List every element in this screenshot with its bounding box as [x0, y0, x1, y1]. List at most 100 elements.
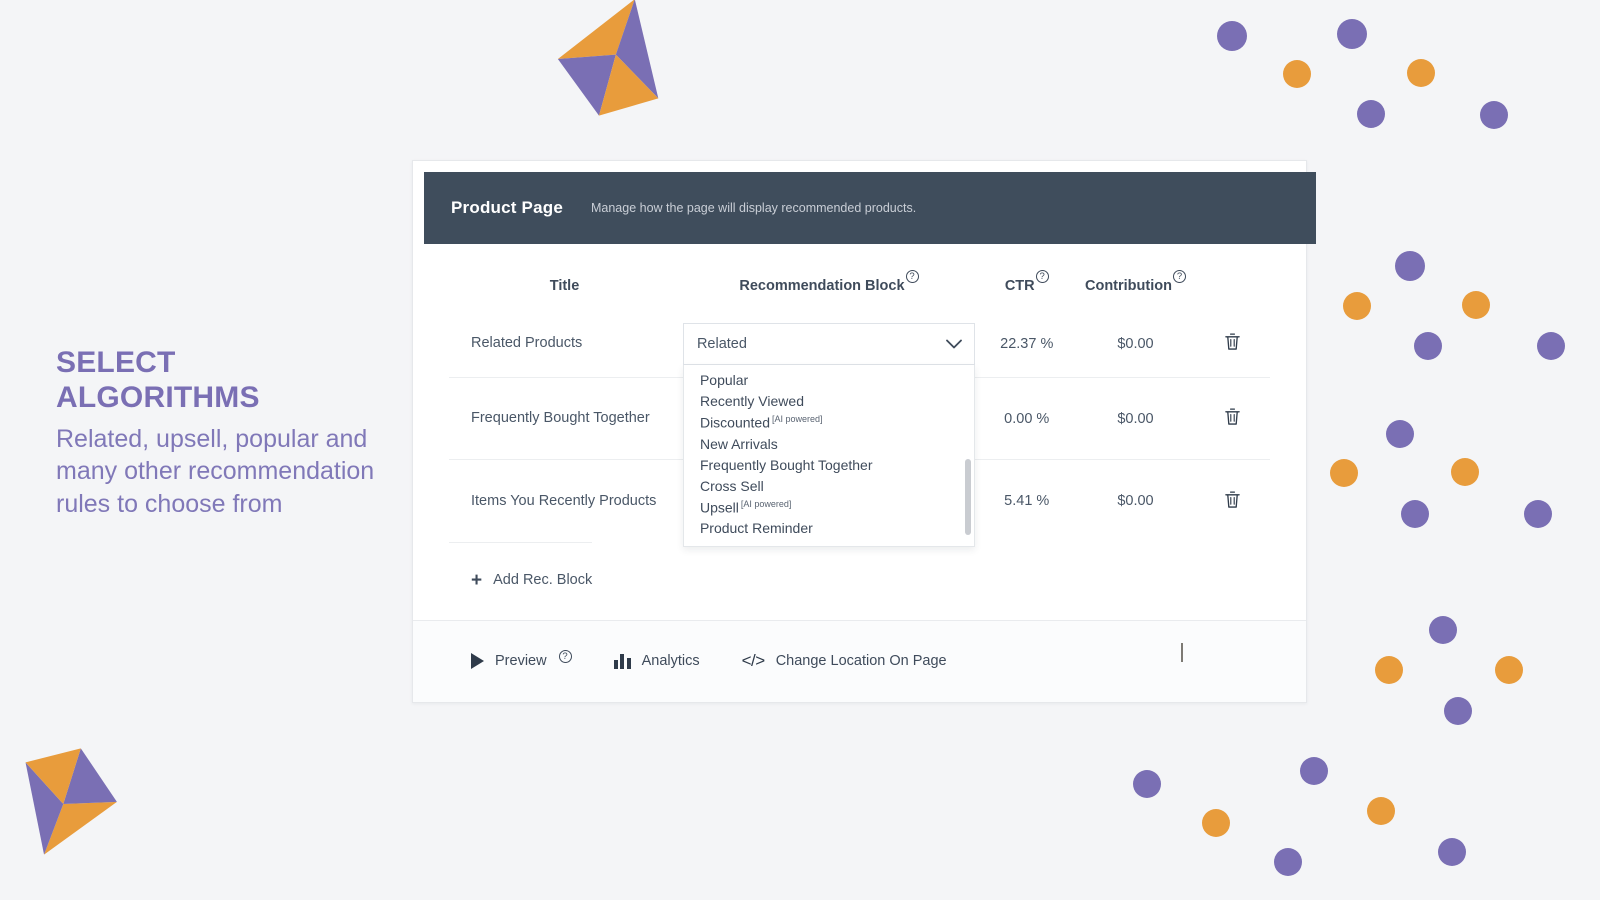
dropdown-option[interactable]: Upsell[AI powered] [684, 496, 974, 518]
promo-block: SELECT ALGORITHMS Related, upsell, popul… [56, 345, 426, 520]
promo-title: SELECT ALGORITHMS [56, 345, 426, 416]
dropdown-option-label: Frequently Bought Together [700, 457, 873, 473]
column-header-recommendation-block-label: Recommendation Block [739, 278, 904, 294]
analytics-button[interactable]: Analytics [614, 653, 700, 669]
dropdown-option[interactable]: Product Reminder [684, 518, 974, 539]
decorative-dot [1407, 59, 1435, 87]
preview-label: Preview [495, 653, 547, 669]
dropdown-option-label: Popular [700, 372, 748, 388]
recommendation-block-select-value: Related [697, 336, 747, 352]
chevron-down-icon [946, 339, 962, 349]
column-header-ctr: CTR? [978, 245, 1076, 310]
play-icon [471, 653, 484, 669]
decorative-dot [1524, 500, 1552, 528]
recommendation-blocks-table: Title Recommendation Block? CTR? Contrib… [449, 245, 1270, 542]
decorative-dot [1444, 697, 1472, 725]
recommendation-block-select-wrap: Related PopularRecently ViewedDiscounted… [683, 323, 975, 365]
decorative-dot [1283, 60, 1311, 88]
row-title: Related Products [449, 310, 680, 378]
recommendation-block-dropdown[interactable]: PopularRecently ViewedDiscounted[AI powe… [683, 365, 975, 547]
help-icon-recommendation-block[interactable]: ? [906, 270, 919, 283]
preview-button[interactable]: Preview ? [471, 653, 572, 669]
card-footer: Preview ? Analytics </> Change Location … [413, 620, 1306, 702]
dropdown-option[interactable]: Recently Viewed [684, 391, 974, 412]
row-delete-cell [1195, 460, 1270, 542]
promo-title-line2: ALGORITHMS [56, 381, 260, 414]
dropdown-option-list: PopularRecently ViewedDiscounted[AI powe… [684, 365, 974, 539]
decorative-dot [1386, 420, 1414, 448]
dropdown-option-label: Upsell [700, 499, 739, 515]
decorative-dot [1429, 616, 1457, 644]
decorative-dot [1300, 757, 1328, 785]
decorative-dot [1367, 797, 1395, 825]
trash-icon[interactable] [1224, 490, 1241, 509]
column-header-title: Title [449, 245, 680, 310]
decorative-dot [1217, 21, 1247, 51]
card-header: Product Page Manage how the page will di… [424, 172, 1316, 244]
dropdown-option[interactable]: Frequently Bought Together [684, 454, 974, 475]
column-header-title-label: Title [550, 278, 580, 294]
dropdown-scrollbar-thumb[interactable] [965, 459, 971, 535]
recommendation-block-select[interactable]: Related [683, 323, 975, 365]
decorative-dot [1451, 458, 1479, 486]
trash-icon[interactable] [1224, 407, 1241, 426]
card-header-title: Product Page [451, 198, 563, 218]
decorative-dot [1414, 332, 1442, 360]
product-page-card: Product Page Manage how the page will di… [412, 160, 1307, 703]
dropdown-option-label: Product Reminder [700, 520, 813, 536]
trash-icon[interactable] [1224, 332, 1241, 351]
row-delete-cell [1195, 310, 1270, 378]
code-icon: </> [742, 651, 765, 671]
column-header-recommendation-block: Recommendation Block? [680, 245, 978, 310]
column-header-ctr-label: CTR [1005, 278, 1035, 294]
dropdown-option[interactable]: Discounted[AI powered] [684, 412, 974, 434]
column-header-contribution-label: Contribution [1085, 278, 1172, 294]
decorative-dot [1357, 100, 1385, 128]
table-header-row: Title Recommendation Block? CTR? Contrib… [449, 245, 1270, 310]
row-contribution: $0.00 [1076, 378, 1196, 460]
tetrahedron-top [542, 0, 685, 128]
change-location-label: Change Location On Page [776, 653, 947, 669]
decorative-dot [1343, 292, 1371, 320]
table-body: Related Products Related PopularRecently… [449, 310, 1270, 542]
dropdown-option[interactable]: New Arrivals [684, 433, 974, 454]
row-delete-cell [1195, 378, 1270, 460]
row-recommendation-block: Related PopularRecently ViewedDiscounted… [680, 310, 978, 378]
change-location-button[interactable]: </> Change Location On Page [742, 651, 947, 671]
row-title: Items You Recently Products [449, 460, 680, 542]
dropdown-option-label: New Arrivals [700, 436, 778, 452]
decorative-dot [1375, 656, 1403, 684]
help-icon-preview[interactable]: ? [559, 650, 572, 663]
row-title: Frequently Bought Together [449, 378, 680, 460]
help-icon-ctr[interactable]: ? [1036, 270, 1049, 283]
decorative-dot [1337, 19, 1367, 49]
add-rec-block-button[interactable]: + Add Rec. Block [449, 542, 592, 620]
decorative-dot [1495, 656, 1523, 684]
dropdown-option[interactable]: Popular [684, 370, 974, 391]
decorative-dot [1395, 251, 1425, 281]
promo-subtitle: Related, upsell, popular and many other … [56, 423, 426, 521]
decorative-dot [1133, 770, 1161, 798]
table-row: Related Products Related PopularRecently… [449, 310, 1270, 378]
row-ctr: 22.37 % [978, 310, 1076, 378]
row-ctr: 5.41 % [978, 460, 1076, 542]
decorative-dot [1537, 332, 1565, 360]
analytics-label: Analytics [642, 653, 700, 669]
decorative-dot [1401, 500, 1429, 528]
dropdown-option-label: Discounted [700, 415, 770, 431]
text-caret [1181, 643, 1183, 662]
row-contribution: $0.00 [1076, 460, 1196, 542]
card-body: Title Recommendation Block? CTR? Contrib… [413, 245, 1306, 620]
row-contribution: $0.00 [1076, 310, 1196, 378]
help-icon-contribution[interactable]: ? [1173, 270, 1186, 283]
plus-icon: + [471, 571, 482, 590]
decorative-dot [1274, 848, 1302, 876]
column-header-contribution: Contribution? [1076, 245, 1196, 310]
dropdown-option[interactable]: Cross Sell [684, 475, 974, 496]
ai-powered-tag: [AI powered] [741, 499, 792, 509]
add-rec-block-label: Add Rec. Block [493, 572, 592, 588]
dropdown-option-label: Cross Sell [700, 478, 764, 494]
bar-chart-icon [614, 653, 631, 669]
card-header-subtitle: Manage how the page will display recomme… [591, 201, 916, 215]
row-ctr: 0.00 % [978, 378, 1076, 460]
